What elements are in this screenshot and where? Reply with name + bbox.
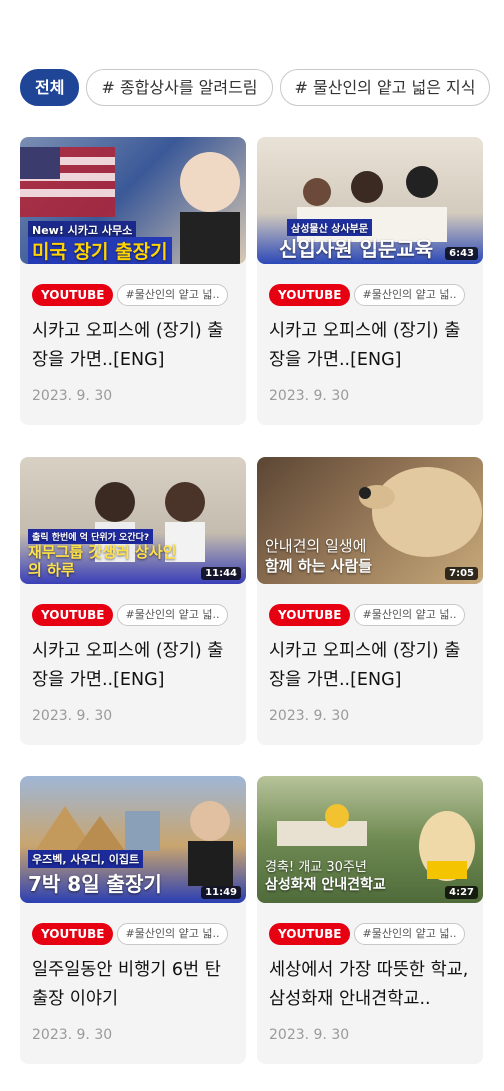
- thumbnail-subtitle: 우즈벡, 사우디, 이집트: [28, 850, 144, 868]
- tag-row: YOUTUBE #물산인의 얕고 넓..: [269, 284, 465, 306]
- video-date: 2023. 9. 30: [269, 708, 350, 724]
- thumbnail-subtitle: 안내견의 일생에: [265, 537, 367, 555]
- video-title[interactable]: 일주일동안 비행기 6번 탄 출장 이야기: [32, 956, 236, 1014]
- tag-row: YOUTUBE #물산인의 얕고 넓..: [32, 923, 228, 945]
- thumbnail-headline: 삼성화재 안내견학교: [265, 877, 386, 893]
- tag-row: YOUTUBE #물산인의 얕고 넓..: [32, 284, 228, 306]
- video-thumbnail[interactable]: 경축! 개교 30주년 삼성화재 안내견학교 4:27: [257, 776, 483, 903]
- tag-row: YOUTUBE #물산인의 얕고 넓..: [32, 604, 228, 626]
- video-title[interactable]: 시카고 오피스에 (장기) 출장을 가면..[ENG]: [32, 637, 236, 695]
- thumbnail-headline: 함께 하는 사람들: [265, 557, 373, 575]
- thumbnail-subtitle: 출릭 한번에 억 단위가 오간다?: [28, 529, 154, 544]
- thumbnail-headline: 7박 8일 출장기: [28, 872, 162, 896]
- filter-chip-all[interactable]: 전체: [20, 69, 80, 106]
- category-tag[interactable]: #물산인의 얕고 넓..: [117, 923, 228, 945]
- source-badge: YOUTUBE: [32, 923, 114, 945]
- source-badge: YOUTUBE: [269, 604, 351, 626]
- filter-chip-trading-company[interactable]: # 종합상사를 알려드림: [86, 69, 273, 106]
- video-date: 2023. 9. 30: [32, 388, 113, 404]
- thumbnail-headline: 재무그룹 갓생러 상사인의 하루: [28, 543, 177, 579]
- category-tag[interactable]: #물산인의 얕고 넓..: [354, 923, 465, 945]
- video-thumbnail[interactable]: 출릭 한번에 억 단위가 오간다? 재무그룹 갓생러 상사인의 하루 11:44: [20, 457, 246, 584]
- video-card[interactable]: 출릭 한번에 억 단위가 오간다? 재무그룹 갓생러 상사인의 하루 11:44…: [20, 457, 246, 745]
- video-card[interactable]: New! 시카고 사무소 미국 장기 출장기 YOUTUBE #물산인의 얕고 …: [20, 137, 246, 425]
- video-date: 2023. 9. 30: [32, 708, 113, 724]
- video-thumbnail[interactable]: New! 시카고 사무소 미국 장기 출장기: [20, 137, 246, 264]
- filter-chip-knowledge[interactable]: # 물산인의 얕고 넓은 지식: [279, 69, 491, 106]
- category-tag[interactable]: #물산인의 얕고 넓..: [354, 284, 465, 306]
- video-card[interactable]: 우즈벡, 사우디, 이집트 7박 8일 출장기 11:49 YOUTUBE #물…: [20, 776, 246, 1064]
- video-thumbnail[interactable]: 안내견의 일생에 함께 하는 사람들 7:05: [257, 457, 483, 584]
- video-date: 2023. 9. 30: [32, 1027, 113, 1043]
- video-thumbnail[interactable]: 우즈벡, 사우디, 이집트 7박 8일 출장기 11:49: [20, 776, 246, 903]
- video-duration: 7:05: [445, 567, 478, 580]
- source-badge: YOUTUBE: [269, 923, 351, 945]
- filter-chip-bar: 전체 # 종합상사를 알려드림 # 물산인의 얕고 넓은 지식: [20, 69, 504, 106]
- video-date: 2023. 9. 30: [269, 1027, 350, 1043]
- video-duration: 11:44: [201, 567, 241, 580]
- thumbnail-headline: 신입사원 입문교육: [279, 237, 434, 261]
- video-card[interactable]: 경축! 개교 30주년 삼성화재 안내견학교 4:27 YOUTUBE #물산인…: [257, 776, 483, 1064]
- thumbnail-headline: 미국 장기 출장기: [28, 237, 172, 264]
- video-title[interactable]: 시카고 오피스에 (장기) 출장을 가면..[ENG]: [32, 317, 236, 375]
- video-card[interactable]: 삼성물산 상사부문 신입사원 입문교육 6:43 YOUTUBE #물산인의 얕…: [257, 137, 483, 425]
- video-title[interactable]: 시카고 오피스에 (장기) 출장을 가면..[ENG]: [269, 637, 473, 695]
- category-tag[interactable]: #물산인의 얕고 넓..: [117, 604, 228, 626]
- thumbnail-subtitle: 경축! 개교 30주년: [265, 860, 367, 875]
- video-duration: 11:49: [201, 886, 241, 899]
- video-date: 2023. 9. 30: [269, 388, 350, 404]
- tag-row: YOUTUBE #물산인의 얕고 넓..: [269, 604, 465, 626]
- category-tag[interactable]: #물산인의 얕고 넓..: [354, 604, 465, 626]
- source-badge: YOUTUBE: [269, 284, 351, 306]
- source-badge: YOUTUBE: [32, 284, 114, 306]
- video-duration: 6:43: [445, 247, 478, 260]
- source-badge: YOUTUBE: [32, 604, 114, 626]
- video-duration: 4:27: [445, 886, 478, 899]
- category-tag[interactable]: #물산인의 얕고 넓..: [117, 284, 228, 306]
- video-card[interactable]: 안내견의 일생에 함께 하는 사람들 7:05 YOUTUBE #물산인의 얕고…: [257, 457, 483, 745]
- tag-row: YOUTUBE #물산인의 얕고 넓..: [269, 923, 465, 945]
- video-thumbnail[interactable]: 삼성물산 상사부문 신입사원 입문교육 6:43: [257, 137, 483, 264]
- video-title[interactable]: 세상에서 가장 따뜻한 학교, 삼성화재 안내견학교..: [269, 956, 473, 1014]
- video-title[interactable]: 시카고 오피스에 (장기) 출장을 가면..[ENG]: [269, 317, 473, 375]
